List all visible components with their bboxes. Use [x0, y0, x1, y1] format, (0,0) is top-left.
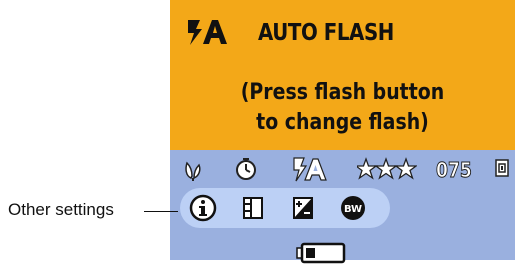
flash-instruction: (Press flash button to change flash)	[194, 78, 491, 138]
info-icon[interactable]	[188, 193, 218, 223]
camera-lcd-screen: AUTO FLASH (Press flash button to change…	[170, 0, 515, 264]
self-timer-icon	[236, 158, 256, 180]
battery-low-icon	[296, 242, 346, 264]
callout-leader-line	[144, 211, 178, 212]
exposure-compensation-icon[interactable]	[288, 193, 318, 223]
status-bar: 075 BW	[170, 150, 515, 264]
auto-flash-icon	[188, 20, 227, 45]
other-settings-callout-label: Other settings	[8, 200, 114, 219]
auto-flash-icon	[293, 157, 327, 182]
exposure-metering-icon[interactable]	[238, 193, 268, 223]
memory-card-icon	[495, 159, 509, 177]
macro-icon	[185, 161, 201, 181]
black-white-color-mode-icon[interactable]: BW	[338, 193, 368, 223]
flash-mode-banner: AUTO FLASH (Press flash button to change…	[170, 0, 515, 150]
other-settings-strip[interactable]: BW	[180, 188, 390, 228]
quality-stars-icon	[357, 157, 417, 180]
svg-text:BW: BW	[344, 204, 362, 215]
flash-mode-title: AUTO FLASH	[258, 20, 394, 46]
flash-instruction-line-2: to change flash)	[256, 110, 429, 135]
status-icons-row: 075	[170, 156, 515, 183]
pictures-remaining-count: 075	[436, 158, 473, 183]
flash-instruction-line-1: (Press flash button	[240, 80, 445, 105]
